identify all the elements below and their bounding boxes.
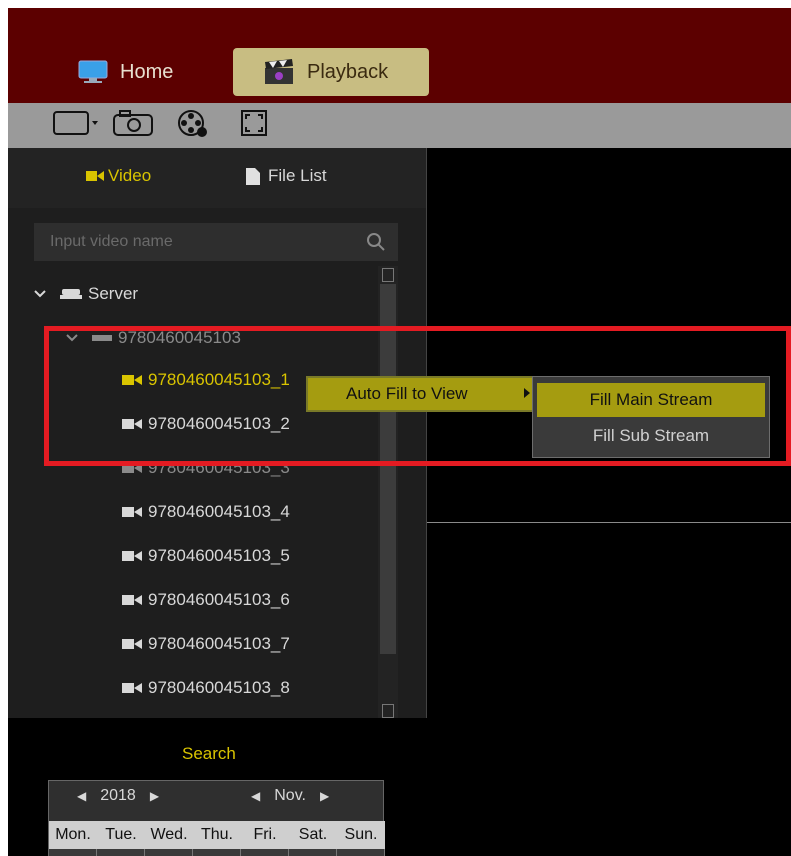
- calendar-day[interactable]: [97, 849, 145, 856]
- tab-home[interactable]: Home: [66, 48, 206, 96]
- clapperboard-icon: [263, 59, 295, 85]
- record-button[interactable]: [176, 103, 210, 148]
- panel-tabs: Video File List: [8, 148, 426, 208]
- tree-channel[interactable]: 9780460045103_8: [122, 676, 290, 700]
- calendar-day[interactable]: [337, 849, 385, 856]
- weekday-label: Mon.: [55, 826, 91, 843]
- tree-channel-label: 9780460045103_4: [148, 502, 290, 521]
- video-search-input[interactable]: Input video name: [34, 223, 398, 261]
- snapshot-button[interactable]: [112, 103, 154, 148]
- tree-channel-label: 9780460045103_6: [148, 590, 290, 609]
- fullscreen-icon: [240, 109, 268, 142]
- weekday-label: Sun.: [344, 826, 378, 843]
- tree-channel[interactable]: 9780460045103_6: [122, 588, 290, 612]
- calendar-day[interactable]: [289, 849, 337, 856]
- tab-file-list-label: File List: [268, 166, 327, 185]
- camera-snapshot-icon: [112, 109, 154, 142]
- tree-channel-label: 9780460045103_8: [148, 678, 290, 697]
- camera-icon: [122, 638, 142, 650]
- highlight-box: [44, 326, 791, 466]
- title-bar: Home Playback: [8, 8, 791, 103]
- tab-playback-label: Playback: [307, 60, 389, 83]
- prev-month-arrow-icon[interactable]: ◀: [251, 789, 260, 803]
- tree-channel-label: 9780460045103_5: [148, 546, 290, 565]
- calendar-day[interactable]: [241, 849, 289, 856]
- calendar-day[interactable]: [193, 849, 241, 856]
- tree-server-label: Server: [88, 284, 139, 303]
- weekday-label: Wed.: [150, 826, 188, 843]
- scroll-down-button[interactable]: [382, 704, 394, 718]
- prev-year-arrow-icon[interactable]: ◀: [77, 789, 86, 803]
- tab-home-label: Home: [120, 60, 174, 83]
- year-selector: ◀ 2018 ▶: [77, 787, 159, 805]
- next-month-arrow-icon[interactable]: ▶: [320, 789, 329, 803]
- tree-channel[interactable]: 9780460045103_4: [122, 500, 290, 524]
- camera-icon: [122, 550, 142, 562]
- weekday-label: Thu.: [200, 826, 233, 843]
- window-layout-icon: [52, 110, 100, 141]
- toolbar: [8, 103, 791, 148]
- tab-video-label: Video: [108, 166, 152, 185]
- tree-channel-label: 9780460045103_7: [148, 634, 290, 653]
- view-divider: [427, 522, 791, 523]
- search-placeholder: Input video name: [50, 233, 173, 250]
- calendar-days: [49, 849, 385, 856]
- search-button[interactable]: Search: [182, 744, 236, 764]
- tab-file-list[interactable]: File List: [246, 166, 327, 186]
- video-view-area[interactable]: [427, 148, 791, 856]
- calendar-day[interactable]: [145, 849, 193, 856]
- window-layout-button[interactable]: [52, 103, 100, 148]
- tab-playback[interactable]: Playback: [233, 48, 429, 96]
- weekday-header: Mon. Tue. Wed. Thu. Fri. Sat. Sun.: [49, 821, 385, 849]
- tab-video[interactable]: Video: [86, 166, 151, 186]
- server-icon: [60, 289, 82, 299]
- video-reel-icon: [176, 108, 210, 143]
- weekday-label: Sat.: [298, 826, 328, 843]
- tree-channel[interactable]: 9780460045103_5: [122, 544, 290, 568]
- camera-icon: [122, 506, 142, 518]
- chevron-down-icon[interactable]: [34, 290, 46, 298]
- search-section: Search ◀ 2018 ▶ ◀ Nov. ▶ Mon. Tue. Wed. …: [8, 718, 426, 856]
- tree-server[interactable]: Server: [34, 282, 138, 306]
- video-camera-icon: [86, 170, 104, 182]
- weekday-label: Fri.: [253, 826, 277, 843]
- fullscreen-button[interactable]: [240, 103, 268, 148]
- scroll-up-button[interactable]: [382, 268, 394, 282]
- month-value: Nov.: [274, 787, 306, 804]
- app-window: Home Playback Video File List Input vide…: [8, 8, 791, 856]
- calendar: ◀ 2018 ▶ ◀ Nov. ▶ Mon. Tue. Wed. Thu. Fr…: [48, 780, 385, 856]
- weekday-label: Tue.: [105, 826, 137, 843]
- tree-channel[interactable]: 9780460045103_7: [122, 632, 290, 656]
- search-icon[interactable]: [366, 232, 386, 257]
- month-selector: ◀ Nov. ▶: [251, 787, 329, 805]
- calendar-day[interactable]: [49, 849, 97, 856]
- camera-icon: [122, 682, 142, 694]
- monitor-icon: [78, 60, 108, 84]
- document-icon: [246, 167, 260, 185]
- year-value: 2018: [100, 787, 136, 804]
- camera-icon: [122, 594, 142, 606]
- next-year-arrow-icon[interactable]: ▶: [150, 789, 159, 803]
